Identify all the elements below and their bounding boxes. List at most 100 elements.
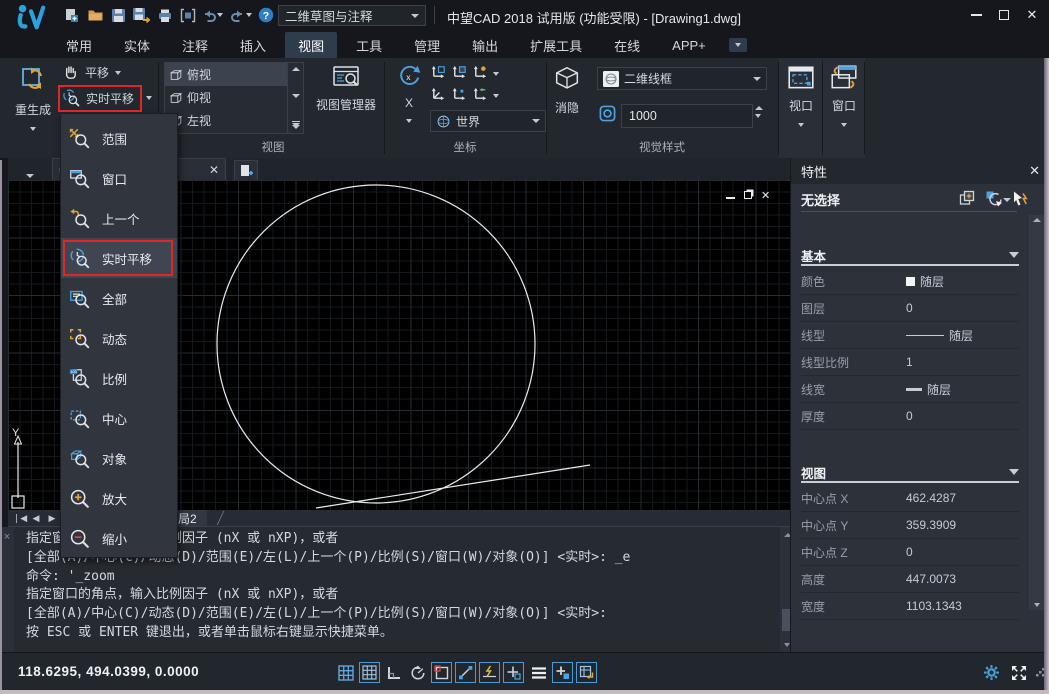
- toggle-pickadd-icon[interactable]: [959, 190, 976, 212]
- zoom-object-item[interactable]: 对象: [61, 438, 177, 478]
- prop-row-linetype[interactable]: 线型 随层: [801, 322, 1019, 349]
- gallery-scroll-down-icon[interactable]: [292, 94, 300, 98]
- tab-output[interactable]: 输出: [459, 32, 511, 59]
- viewport-button[interactable]: 视口: [782, 64, 820, 132]
- prop-row-color[interactable]: 颜色 随层: [801, 268, 1019, 295]
- first-layout-icon[interactable]: ❘◀: [12, 511, 28, 525]
- new-file-icon[interactable]: [61, 5, 81, 25]
- selection-cycling-icon[interactable]: [552, 662, 573, 683]
- dynamic-input-icon[interactable]: [503, 662, 524, 683]
- annotation-scale-icon[interactable]: [576, 662, 597, 683]
- save-as-icon[interactable]: [131, 5, 151, 25]
- section-basic[interactable]: 基本: [801, 246, 1019, 266]
- help-icon[interactable]: ?: [256, 5, 276, 25]
- polar-tracking-icon[interactable]: [407, 662, 428, 683]
- prop-row-lineweight[interactable]: 线宽 随层: [801, 376, 1019, 403]
- ucs-previous-icon[interactable]: [472, 85, 492, 106]
- zoom-window-item[interactable]: 窗口: [61, 158, 177, 198]
- object-track-icon[interactable]: [479, 662, 500, 683]
- print-preview-icon[interactable]: [178, 5, 198, 25]
- ucs-z-axis-icon[interactable]: [430, 85, 450, 106]
- ortho-mode-icon[interactable]: [383, 662, 404, 683]
- tab-manage[interactable]: 管理: [401, 32, 453, 59]
- view-bottom[interactable]: 仰视: [165, 86, 287, 109]
- tab-insert[interactable]: 插入: [227, 32, 279, 59]
- prop-row-center-x[interactable]: 中心点 X 462.4287: [801, 485, 1019, 512]
- tab-express-tools[interactable]: 扩展工具: [517, 32, 595, 59]
- prop-row-width[interactable]: 宽度 1103.1343: [801, 593, 1019, 620]
- prop-row-center-z[interactable]: 中心点 Z 0: [801, 539, 1019, 566]
- grid-display-icon[interactable]: [335, 662, 356, 683]
- snap-mode-icon[interactable]: [359, 662, 380, 683]
- ucs-origin-icon[interactable]: [430, 63, 450, 84]
- zoom-scale-item[interactable]: 100 比例: [61, 358, 177, 398]
- quick-select-icon[interactable]: [985, 190, 1003, 213]
- maximize-button[interactable]: [991, 6, 1017, 24]
- doc-restore-icon[interactable]: [744, 191, 752, 202]
- zoom-in-item[interactable]: 放大: [61, 478, 177, 518]
- minimize-button[interactable]: [963, 6, 989, 24]
- status-menu-icon[interactable]: [528, 662, 549, 683]
- tab-online[interactable]: 在线: [601, 32, 653, 59]
- new-tab-button[interactable]: [234, 160, 258, 180]
- style-scale-spinner[interactable]: [755, 106, 763, 118]
- object-snap-icon[interactable]: [431, 662, 452, 683]
- properties-close-icon[interactable]: ✕: [1029, 163, 1040, 179]
- settings-gear-icon[interactable]: [981, 662, 1002, 683]
- tab-home[interactable]: 常用: [53, 32, 105, 59]
- window-button[interactable]: 窗口: [825, 64, 863, 132]
- prop-row-height[interactable]: 高度 447.0073: [801, 566, 1019, 593]
- doc-close-icon[interactable]: ✕: [761, 191, 770, 202]
- prop-row-thickness[interactable]: 厚度 0: [801, 403, 1019, 430]
- regen-button[interactable]: 重生成: [8, 64, 58, 136]
- next-layout-icon[interactable]: ▶: [44, 511, 60, 525]
- view-manager-button[interactable]: 视图管理器: [308, 63, 384, 113]
- workspace-selector[interactable]: 二维草图与注释: [278, 5, 426, 26]
- section-view[interactable]: 视图: [801, 463, 1019, 483]
- ucs-3point-icon[interactable]: [451, 85, 471, 106]
- ucs-named-dropdown-icon[interactable]: [493, 63, 505, 84]
- realtime-pan-split-button[interactable]: 实时平移: [62, 89, 152, 107]
- tab-solid[interactable]: 实体: [111, 32, 163, 59]
- gallery-expand-icon[interactable]: [292, 121, 300, 129]
- hide-button[interactable]: 消隐: [550, 64, 584, 116]
- close-button[interactable]: ✕: [1019, 6, 1045, 24]
- prop-row-layer[interactable]: 图层 0: [801, 295, 1019, 322]
- zoom-realtime-pan-item[interactable]: 实时平移: [61, 238, 177, 278]
- scroll-down-icon[interactable]: [1034, 603, 1040, 607]
- open-file-icon[interactable]: [85, 5, 105, 25]
- view-top[interactable]: 俯视: [165, 63, 287, 86]
- zoom-center-item[interactable]: 中心: [61, 398, 177, 438]
- save-icon[interactable]: [108, 5, 128, 25]
- print-icon[interactable]: [155, 5, 175, 25]
- properties-scrollbar[interactable]: [1029, 215, 1045, 610]
- scroll-up-icon[interactable]: [1033, 218, 1041, 222]
- tab-tools[interactable]: 工具: [343, 32, 395, 59]
- prev-layout-icon[interactable]: ◀: [28, 511, 44, 525]
- command-close-icon[interactable]: ×: [0, 531, 14, 543]
- view-left[interactable]: 左视: [165, 109, 287, 132]
- zoom-previous-item[interactable]: 上一个: [61, 198, 177, 238]
- gallery-scroll-up-icon[interactable]: [292, 67, 300, 71]
- ribbon-collapse-icon[interactable]: [729, 38, 747, 52]
- style-scale-input[interactable]: [621, 104, 753, 128]
- zoom-all-item[interactable]: 全部: [61, 278, 177, 318]
- tab-app-plus[interactable]: APP+: [659, 34, 719, 57]
- ucs-more-dropdown-icon[interactable]: [493, 85, 505, 106]
- prop-row-center-y[interactable]: 中心点 Y 359.3909: [801, 512, 1019, 539]
- tab-view[interactable]: 视图: [285, 32, 337, 59]
- ucs-selector[interactable]: 世界: [430, 110, 546, 132]
- tab-annotate[interactable]: 注释: [169, 32, 221, 59]
- line-snap-icon[interactable]: [455, 662, 476, 683]
- select-objects-icon[interactable]: [1011, 190, 1029, 213]
- zoom-out-item[interactable]: 缩小: [61, 518, 177, 558]
- ucs-named-icon[interactable]: [472, 63, 492, 84]
- tab-close-icon[interactable]: ✕: [209, 163, 219, 177]
- visual-style-selector[interactable]: 二维线框: [597, 67, 767, 90]
- fullscreen-icon[interactable]: [1008, 662, 1029, 683]
- prop-row-linetype-scale[interactable]: 线型比例 1: [801, 349, 1019, 376]
- ucs-face-icon[interactable]: [451, 63, 471, 84]
- doc-minimize-icon[interactable]: [726, 191, 735, 202]
- realtime-pan-dropdown-icon[interactable]: [146, 96, 152, 100]
- undo-dropdown-icon[interactable]: [215, 5, 225, 25]
